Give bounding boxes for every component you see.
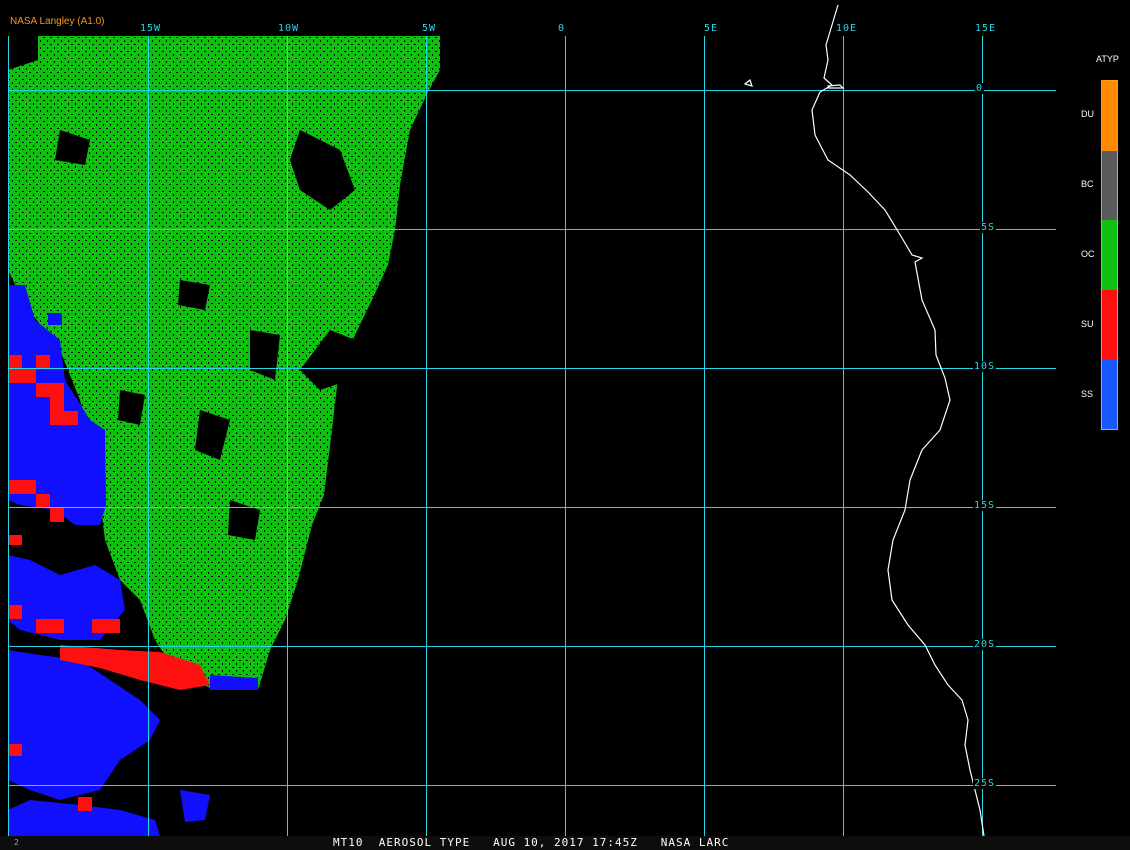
lat-label-25s: 25S: [973, 778, 997, 789]
lat-label-5s: 5S: [980, 222, 997, 233]
lat-label-10s: 10S: [973, 361, 997, 372]
legend-colorbar: [1101, 80, 1118, 430]
legend-swatch-du: [1102, 81, 1117, 151]
coastline: [743, 4, 985, 837]
data-source-label: NASA Langley (A1.0): [10, 16, 105, 27]
legend-swatch-bc: [1102, 150, 1117, 221]
aerosol-map: [8, 4, 1056, 837]
legend-label-ss: SS: [1081, 389, 1094, 399]
lat-label-0: 0: [975, 83, 985, 94]
frame-number: 2: [14, 838, 19, 847]
legend-swatch-oc: [1102, 220, 1117, 290]
product-title: MT10 AEROSOL TYPE AUG 10, 2017 17:45Z NA…: [333, 836, 730, 849]
legend-label-oc: OC: [1081, 249, 1095, 259]
legend-title: ATYP: [1096, 54, 1119, 64]
lat-label-20s: 20S: [973, 639, 997, 650]
legend-swatch-su: [1102, 289, 1117, 360]
legend-swatch-ss: [1102, 359, 1117, 429]
legend-label-du: DU: [1081, 109, 1094, 119]
lon-label-5e: 5E: [704, 23, 719, 34]
lon-label-15e: 15E: [975, 23, 997, 34]
lon-label-0: 0: [558, 23, 566, 34]
legend-label-bc: BC: [1081, 179, 1094, 189]
lat-label-15s: 15S: [973, 500, 997, 511]
lon-label-5w: 5W: [422, 23, 437, 34]
legend-label-su: SU: [1081, 319, 1094, 329]
lon-label-10w: 10W: [278, 23, 300, 34]
lon-label-15w: 15W: [140, 23, 162, 34]
lon-label-10e: 10E: [836, 23, 858, 34]
